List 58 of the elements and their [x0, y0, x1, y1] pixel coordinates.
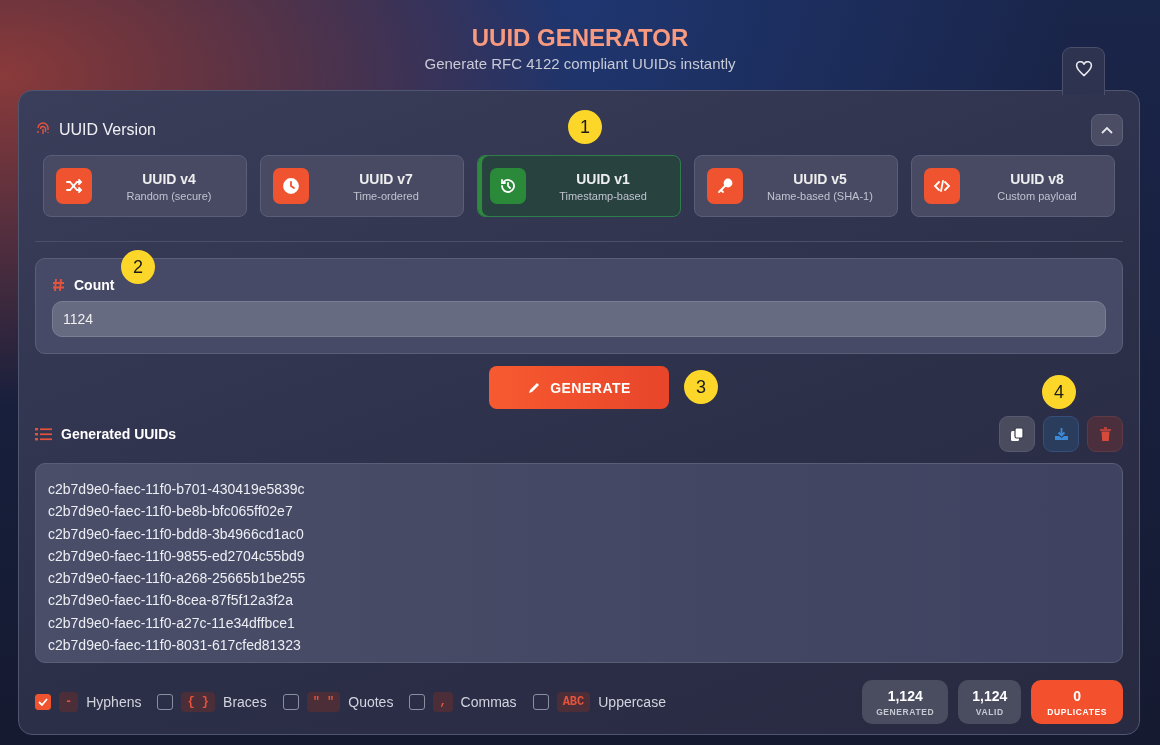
checkbox[interactable]	[282, 694, 299, 710]
trash-icon	[1098, 426, 1112, 442]
heart-icon	[1074, 61, 1093, 77]
download-icon	[1053, 427, 1069, 441]
code-icon	[924, 168, 960, 204]
format-tag: ABC	[556, 692, 591, 712]
option-label: Braces	[223, 694, 267, 710]
chevron-icon	[1101, 126, 1113, 134]
uuid-line: c2b7d9e0-faec-11f0-9855-ed2704c55bd9	[48, 546, 306, 566]
section-title: UUID Version	[59, 121, 156, 139]
copy-icon	[1009, 426, 1025, 442]
uuid-line: c2b7d9e0-faec-11f0-8031-617cfed81323	[48, 636, 302, 656]
format-tag: ,	[433, 692, 453, 712]
stat-badge: 1,124 GENERATED	[862, 680, 949, 724]
version-option[interactable]: UUID v4 Random (secure)	[43, 155, 247, 217]
uuid-line: c2b7d9e0-faec-11f0-8cea-87f5f12a3f2a	[48, 591, 294, 611]
uuid-output-area[interactable]	[35, 463, 1123, 663]
list-icon	[35, 427, 52, 441]
clock-icon	[273, 168, 309, 204]
hash-icon	[52, 278, 65, 292]
key-icon	[707, 168, 743, 204]
version-option[interactable]: UUID v1 Timestamp-based	[477, 155, 681, 217]
format-tag: -	[59, 692, 79, 712]
copy-button[interactable]	[999, 416, 1035, 452]
checkbox[interactable]	[532, 694, 549, 710]
uuid-line: c2b7d9e0-faec-11f0-a27c-11e34dffbce1	[48, 613, 296, 633]
uuid-line: c2b7d9e0-faec-11f0-be8b-bfc065ff02e7	[48, 502, 294, 522]
uuid-line: c2b7d9e0-faec-11f0-bdd8-3b4966cd1ac0	[48, 524, 305, 544]
option-label: Uppercase	[598, 694, 666, 710]
format-tag: " "	[306, 692, 341, 712]
uuid-line: c2b7d9e0-faec-11f0-b701-430419e5839c	[48, 480, 306, 499]
app-title: UUID GENERATOR	[471, 24, 689, 52]
checkbox[interactable]	[409, 694, 426, 710]
stat-badge: 0 DUPLICATES	[1031, 680, 1123, 724]
option-label: Quotes	[348, 694, 394, 710]
option-label: Commas	[460, 694, 517, 710]
output-title: Generated UUIDs	[61, 426, 177, 442]
count-label: Count	[74, 277, 115, 293]
checkbox[interactable]	[35, 694, 51, 710]
check-icon	[38, 698, 48, 706]
shuffle-icon	[56, 168, 92, 204]
delete-button[interactable]	[1087, 416, 1123, 452]
checkbox[interactable]	[157, 694, 174, 710]
option-label: Hyphens	[86, 694, 142, 710]
count-input[interactable]: 1124	[52, 301, 1106, 337]
version-option[interactable]: UUID v8 Custom payload	[911, 155, 1115, 217]
pencil-icon	[527, 380, 542, 395]
format-tag: { }	[181, 692, 216, 712]
favorite-button[interactable]	[1062, 47, 1105, 95]
stat-badge: 1,124 VALID	[958, 680, 1022, 724]
collapse-button[interactable]	[1091, 114, 1123, 146]
app-subtitle: Generate RFC 4122 compliant UUIDs instantly	[424, 55, 736, 72]
version-option[interactable]: UUID v5 Name-based (SHA-1)	[694, 155, 898, 217]
download-button[interactable]	[1043, 416, 1079, 452]
version-option[interactable]: UUID v7 Time-ordered	[260, 155, 464, 217]
generate-button[interactable]: GENERATE	[489, 366, 669, 409]
uuid-line: c2b7d9e0-faec-11f0-a268-25665b1be255	[48, 569, 307, 589]
history-icon	[490, 168, 526, 204]
